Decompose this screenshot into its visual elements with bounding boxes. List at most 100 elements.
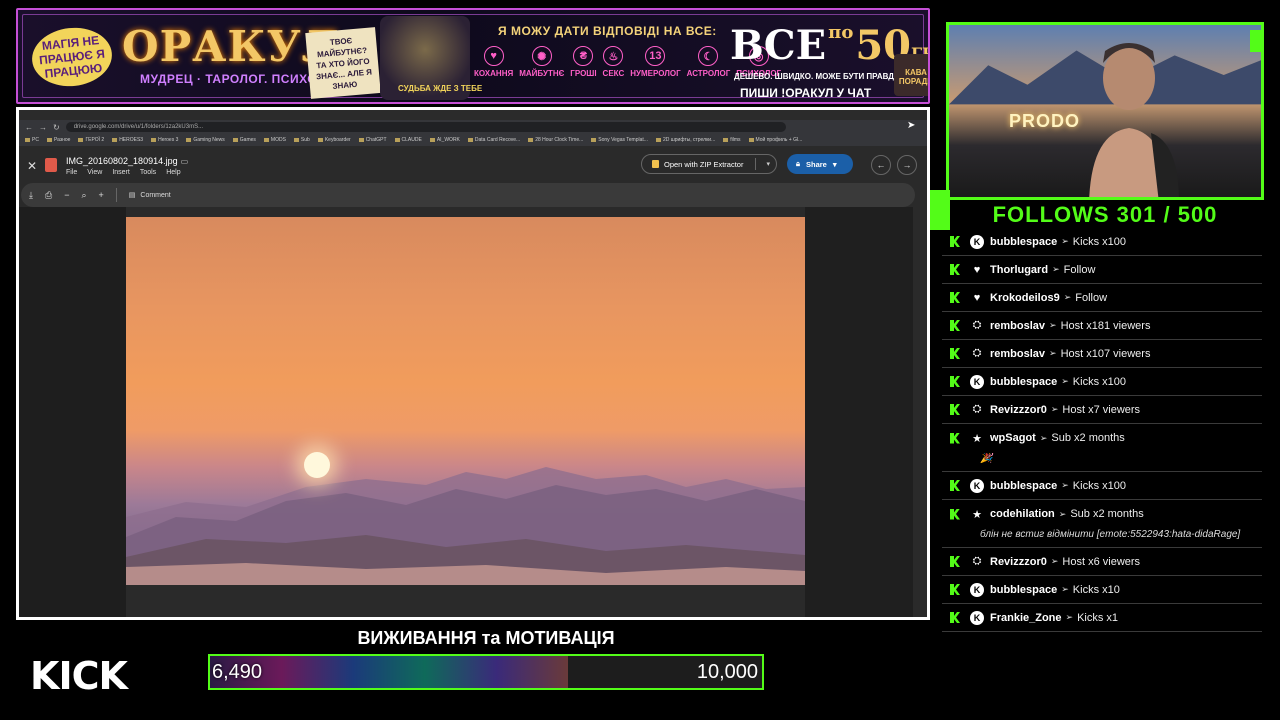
bookmark-item[interactable]: Sub (294, 137, 310, 143)
category-astrology: ☾ АСТРОЛОГ (687, 46, 730, 78)
comment-button[interactable]: ▤ Comment (129, 191, 171, 200)
kick-k-icon (950, 612, 960, 623)
kick-k-icon (950, 348, 960, 359)
bookmark-item[interactable]: PC (25, 137, 39, 143)
bookmark-item[interactable]: CLAUDE (395, 137, 422, 143)
forward-icon[interactable]: → (39, 123, 47, 132)
event-action: Follow (1063, 263, 1096, 276)
kick-k-icon (950, 264, 960, 275)
event-action: Host x7 viewers (1062, 403, 1141, 416)
numbers-icon: 13 (645, 46, 666, 66)
arrow-icon: ➢ (1049, 320, 1057, 330)
bookmark-item[interactable]: HEROES3 (112, 137, 143, 143)
cam-frame-accent (1250, 30, 1264, 52)
bookmark-item[interactable]: Games (233, 137, 256, 143)
host-icon: ⛭ (972, 555, 982, 567)
event-message: блін не встиг відмінити [emote:5522943:h… (980, 529, 1241, 540)
arrow-icon: ➢ (1061, 584, 1069, 594)
zoom-in-icon[interactable]: + (99, 190, 104, 200)
sun (304, 452, 330, 478)
browser-tab-strip (19, 110, 927, 120)
print-icon[interactable]: ⎙ (45, 190, 52, 201)
arrow-icon: ➢ (1050, 404, 1059, 414)
bookmark-item[interactable]: Мой профиль + Gl... (749, 137, 803, 143)
back-icon[interactable]: ← (25, 123, 33, 132)
next-file-icon[interactable]: → (897, 155, 917, 175)
address-bar[interactable]: drive.google.com/drive/u/1/folders/1za2k… (65, 122, 786, 132)
file-name: IMG_20160802_180914.jpg ▭ (66, 156, 189, 166)
previous-file-icon[interactable]: ← (871, 155, 891, 175)
bookmark-item[interactable]: Data Card Recove... (468, 137, 520, 143)
menu-file[interactable]: File (66, 169, 77, 176)
event-username: remboslav (990, 347, 1046, 360)
kicks-icon: K (970, 374, 984, 389)
menu-view[interactable]: View (87, 169, 102, 176)
mountain-silhouettes (126, 467, 805, 585)
host-icon: ⛭ (972, 319, 982, 331)
kick-k-icon (950, 376, 960, 387)
download-icon[interactable]: ⤓ (29, 190, 33, 201)
folder-icon[interactable]: ▭ (181, 157, 189, 166)
event-username: Thorlugard (990, 263, 1049, 276)
menu-help[interactable]: Help (166, 169, 180, 176)
activity-item: ♥ Thorlugard ➢ Follow (942, 256, 1262, 284)
zoom-out-icon[interactable]: − (64, 190, 69, 200)
event-username: wpSagot (990, 432, 1036, 444)
chevron-down-icon[interactable]: ▾ (766, 160, 770, 168)
menu-tools[interactable]: Tools (140, 169, 156, 176)
category-money: ₴ ГРОШІ (570, 46, 597, 78)
activity-item: Kbubblespace ➢ Kicks x100 (942, 228, 1262, 256)
moon-icon: ☾ (698, 46, 719, 66)
activity-item: ⛭ Revizzzor0 ➢ Host x6 viewers (942, 548, 1262, 576)
bookmark-item[interactable]: Sony Vegas Templat... (591, 137, 648, 143)
event-username: Frankie_Zone (990, 611, 1062, 624)
event-username: Krokodeilos9 (990, 291, 1060, 304)
open-with-zip-button[interactable]: Open with ZIP Extractor ▾ (641, 154, 777, 174)
bookmark-item[interactable]: films (723, 137, 740, 143)
image-file-icon (45, 158, 57, 172)
event-action: Kicks x100 (1072, 479, 1126, 492)
event-username: codehilation (990, 508, 1055, 520)
bookmark-item[interactable]: ГЕРОЇ 2 (78, 137, 104, 143)
activity-item: K Frankie_Zone ➢ Kicks x1 (942, 604, 1262, 632)
bookmark-item[interactable]: MODS (264, 137, 286, 143)
share-button[interactable]: 🔒︎ Share ▾ (787, 154, 853, 174)
activity-item: ♥ Krokodeilos9 ➢ Follow (942, 284, 1262, 312)
bookmark-item[interactable]: Heroes 3 (151, 137, 178, 143)
reload-icon[interactable]: ↻ (53, 123, 60, 132)
activity-item: ★ codehilation ➢ Sub x2 months блін не встиг… (942, 500, 1262, 548)
money-icon: ₴ (573, 46, 594, 66)
bookmark-item[interactable]: ChatGPT (359, 137, 387, 143)
drive-file-viewer: ✕ IMG_20160802_180914.jpg ▭ File View Ins… (19, 146, 927, 617)
bookmark-item[interactable]: Разное (47, 137, 71, 143)
bookmark-item[interactable]: Gaming News (186, 137, 224, 143)
bookmark-item[interactable]: 28 Hour Clock Time... (528, 137, 583, 143)
goal-progress-bar: 6,490 10,000 (208, 654, 764, 690)
close-icon[interactable]: ✕ (27, 159, 37, 173)
chevron-down-icon[interactable]: ▾ (833, 160, 837, 169)
bookmark-item[interactable]: 2D шрифты, стрелки... (656, 137, 715, 143)
bookmarks-bar: PC Разное ГЕРОЇ 2 HEROES3 Heroes 3 Gamin… (19, 134, 927, 146)
kicks-icon: K (970, 582, 984, 597)
oracle-ad-banner: МАГІЯ НЕ ПРАЦЮЄ Я ПРАЦЮЮ ОРАКУЛ МУДРЕЦ ·… (16, 8, 930, 104)
heart-icon: ♥ (973, 263, 981, 276)
bookmark-item[interactable]: AI_WORK (430, 137, 460, 143)
crystal-ball-icon: ✺ (531, 46, 552, 66)
activity-item: ⛭ remboslav ➢ Host x107 viewers (942, 340, 1262, 368)
zoom-icon[interactable]: ⌕ (81, 190, 86, 201)
zip-icon (652, 160, 659, 168)
webcam-feed: PRODO (946, 22, 1264, 200)
menu-insert[interactable]: Insert (112, 169, 130, 176)
event-message: 🎉 (980, 453, 993, 464)
arrow-icon: ➢ (1050, 556, 1059, 566)
kick-k-icon (950, 556, 960, 567)
arrow-icon: ➢ (1061, 236, 1069, 246)
kick-logo: KICK (30, 654, 128, 698)
kicks-icon: K (970, 478, 984, 493)
event-action: Sub x2 months (1070, 508, 1144, 520)
screen-share: ← → ↻ drive.google.com/drive/u/1/folders… (16, 107, 930, 620)
bookmark-item[interactable]: Keyboarder (318, 137, 351, 143)
event-username: bubblespace (990, 479, 1058, 492)
kicks-icon: K (970, 234, 984, 249)
dimmed-drive-content (805, 207, 913, 617)
